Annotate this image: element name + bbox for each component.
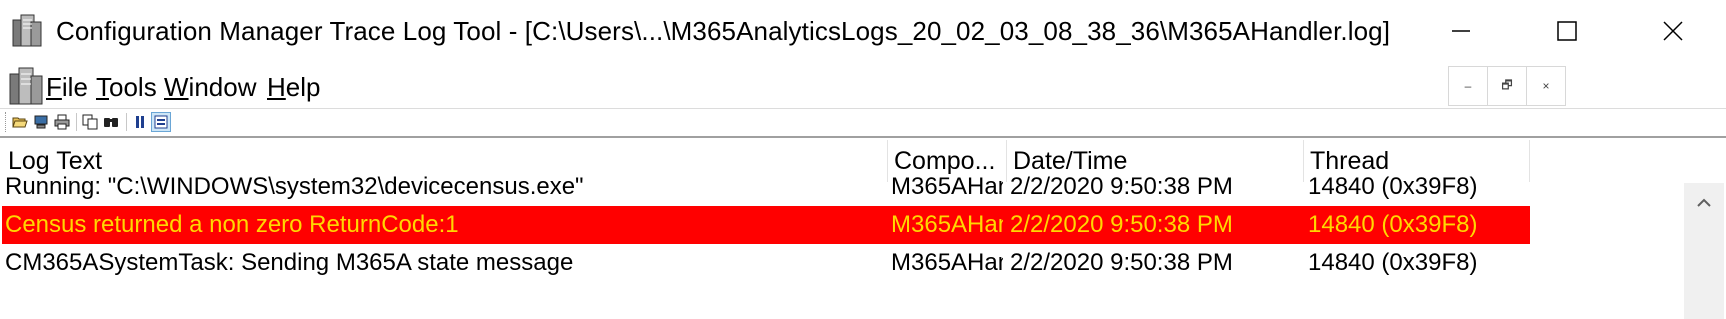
open-button[interactable] (10, 112, 30, 132)
datetime-cell: 2/2/2020 9:50:38 PM (1010, 173, 1233, 200)
trace-log-app-icon (12, 14, 42, 47)
log-text-cell: Census returned a non zero ReturnCode:1 (5, 211, 459, 238)
log-row-error[interactable]: Census returned a non zero ReturnCode:1 … (2, 206, 1530, 244)
toolbar-separator (126, 113, 127, 131)
component-cell: M365AHandler (891, 173, 1003, 200)
menu-window[interactable]: Window (164, 72, 256, 103)
log-text-cell: CM365ASystemTask: Sending M365A state me… (5, 249, 574, 276)
datetime-cell: 2/2/2020 9:50:38 PM (1010, 211, 1233, 238)
log-row[interactable]: CM365ASystemTask: Sending M365A state me… (2, 244, 1684, 282)
mdi-minimize-button[interactable]: – (1448, 66, 1488, 106)
find-button[interactable] (101, 112, 121, 132)
component-cell: M365AHandler (891, 249, 1003, 276)
menu-help[interactable]: Help (267, 72, 320, 103)
log-row[interactable]: Running: "C:\WINDOWS\system32\devicecens… (2, 168, 1684, 206)
toolbar-separator (76, 113, 77, 131)
pause-icon (136, 116, 144, 128)
print-icon (54, 114, 70, 130)
component-cell: M365AHandler (891, 211, 1003, 238)
mdi-restore-button[interactable]: 🗗 (1487, 66, 1527, 106)
open-on-server-button[interactable] (31, 112, 51, 132)
log-text-cell: Running: "C:\WINDOWS\system32\devicecens… (5, 173, 584, 200)
close-button[interactable] (1620, 0, 1726, 62)
copy-button[interactable] (80, 112, 100, 132)
minimize-icon (1452, 30, 1470, 32)
maximize-button[interactable] (1514, 0, 1620, 62)
menu-file[interactable]: File (46, 72, 88, 103)
copy-icon (82, 114, 98, 130)
highlight-icon (154, 115, 168, 129)
scroll-up-button[interactable] (1684, 186, 1724, 220)
thread-cell: 14840 (0x39F8) (1308, 173, 1478, 200)
restore-icon: 🗗 (1501, 77, 1513, 92)
datetime-cell: 2/2/2020 9:50:38 PM (1010, 249, 1233, 276)
open-folder-icon (12, 117, 28, 128)
toolbar-grip[interactable] (5, 112, 8, 132)
mdi-close-button[interactable]: × (1526, 66, 1566, 106)
minimize-button[interactable] (1408, 0, 1514, 62)
maximize-icon (1557, 21, 1577, 41)
highlight-button[interactable] (151, 112, 171, 132)
window-title: Configuration Manager Trace Log Tool - [… (56, 16, 1391, 46)
close-icon: × (1542, 79, 1550, 93)
document-window-icon[interactable] (8, 66, 44, 106)
thread-cell: 14840 (0x39F8) (1308, 211, 1478, 238)
pause-button[interactable] (130, 112, 150, 132)
close-icon (1663, 21, 1683, 41)
chevron-up-icon (1697, 198, 1711, 207)
print-button[interactable] (52, 112, 72, 132)
find-icon (104, 118, 118, 127)
toolbar (0, 109, 1726, 135)
thread-cell: 14840 (0x39F8) (1308, 249, 1478, 276)
title-bar: Configuration Manager Trace Log Tool - [… (0, 0, 1726, 62)
minimize-icon: – (1464, 79, 1472, 93)
menu-tools[interactable]: Tools (96, 72, 157, 103)
open-on-server-icon (34, 115, 48, 129)
